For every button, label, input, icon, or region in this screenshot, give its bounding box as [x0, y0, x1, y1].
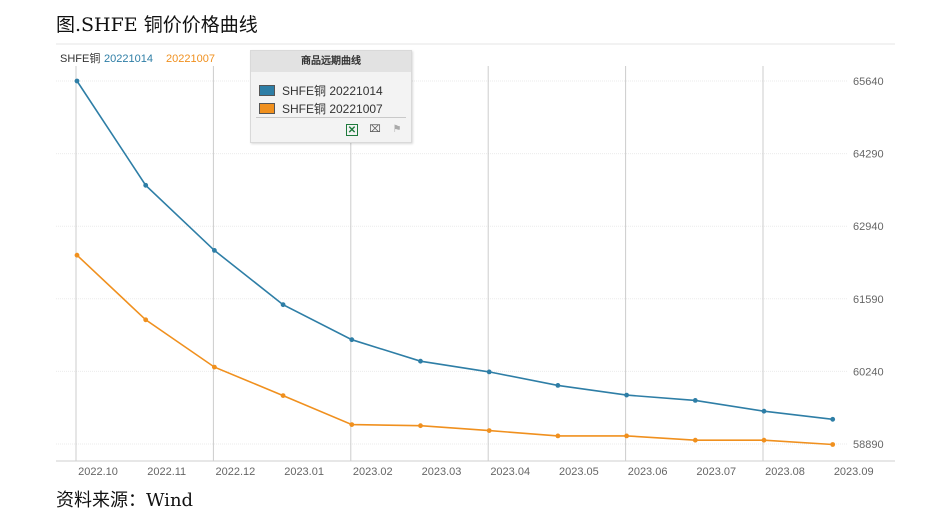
x-tick-label: 2023.04 — [490, 466, 530, 478]
y-tick-label: 61590 — [853, 294, 884, 306]
x-tick-label: 2023.08 — [765, 466, 805, 478]
data-point — [692, 437, 698, 443]
forward-curve-chart: 58890 60240 61590 62940 64290 65640 2022.10 202… — [56, 43, 895, 478]
data-point — [349, 337, 355, 343]
series-layer — [74, 78, 836, 447]
data-point — [486, 428, 492, 433]
x-tick-label: 2023.05 — [559, 466, 599, 478]
data-point — [280, 302, 286, 308]
data-point — [143, 182, 149, 188]
legend-series-2: 20221007 — [166, 53, 215, 65]
data-point — [143, 317, 149, 323]
figure-source: 资料来源：Wind — [56, 490, 194, 511]
data-point — [624, 433, 629, 439]
data-point — [555, 383, 561, 388]
data-point — [74, 78, 80, 84]
x-tick-label: 2023.07 — [696, 466, 736, 478]
data-point — [624, 392, 629, 398]
y-tick-label: 62940 — [853, 221, 884, 233]
data-point — [212, 248, 217, 253]
x-tick-label: 2023.06 — [628, 466, 668, 478]
legend-swatch-blue — [259, 85, 275, 96]
legend-divider — [256, 117, 406, 118]
data-point — [830, 416, 836, 422]
x-tick-label: 2023.02 — [353, 466, 393, 478]
excel-icon[interactable]: ✕ — [346, 124, 358, 136]
legend-series-1: 20221014 — [104, 53, 153, 65]
series-line-2 — [76, 254, 833, 446]
x-tick-label: 2023.01 — [284, 466, 324, 478]
data-point — [761, 408, 767, 414]
data-point — [486, 369, 492, 375]
legend-item-label: SHFE铜 20221007 — [282, 102, 383, 116]
x-tick-label: 2023.03 — [422, 466, 462, 478]
flag-icon[interactable]: ⚑ — [391, 124, 403, 136]
y-tick-label: 58890 — [853, 439, 884, 451]
axis-layer: 58890 60240 61590 62940 64290 65640 2022.10 202… — [56, 76, 895, 478]
data-point — [418, 358, 423, 364]
data-point — [349, 422, 355, 427]
series-line-1 — [76, 80, 833, 421]
chart-legend: SHFE铜 20221014 20221007 — [60, 51, 215, 65]
y-tick-label: 65640 — [853, 76, 884, 88]
data-point — [74, 252, 80, 258]
data-point — [212, 364, 217, 370]
legend-popup: 商品远期曲线 SHFE铜 20221014 SHFE铜 20221007 ✕ ⌧… — [250, 50, 412, 143]
legend-popup-title: 商品远期曲线 — [251, 51, 411, 72]
data-point — [761, 437, 767, 443]
x-tick-label: 2022.12 — [216, 466, 256, 478]
crop-icon[interactable]: ⌧ — [369, 124, 381, 136]
y-tick-label: 64290 — [853, 149, 884, 161]
legend-item-20221014[interactable]: SHFE铜 20221014 — [259, 82, 383, 99]
y-tick-label: 60240 — [853, 366, 884, 378]
data-point — [692, 398, 698, 403]
data-point — [280, 393, 286, 398]
legend-swatch-orange — [259, 103, 275, 114]
data-point — [830, 442, 836, 447]
legend-prefix: SHFE铜 — [60, 51, 100, 65]
data-point — [555, 433, 561, 439]
legend-item-label: SHFE铜 20221014 — [282, 84, 383, 98]
x-tick-label: 2022.11 — [147, 466, 186, 478]
x-tick-label: 2023.09 — [834, 466, 874, 478]
legend-item-20221007[interactable]: SHFE铜 20221007 — [259, 100, 383, 117]
grid-layer — [56, 43, 895, 461]
data-point — [418, 423, 423, 429]
x-tick-label: 2022.10 — [78, 466, 118, 478]
